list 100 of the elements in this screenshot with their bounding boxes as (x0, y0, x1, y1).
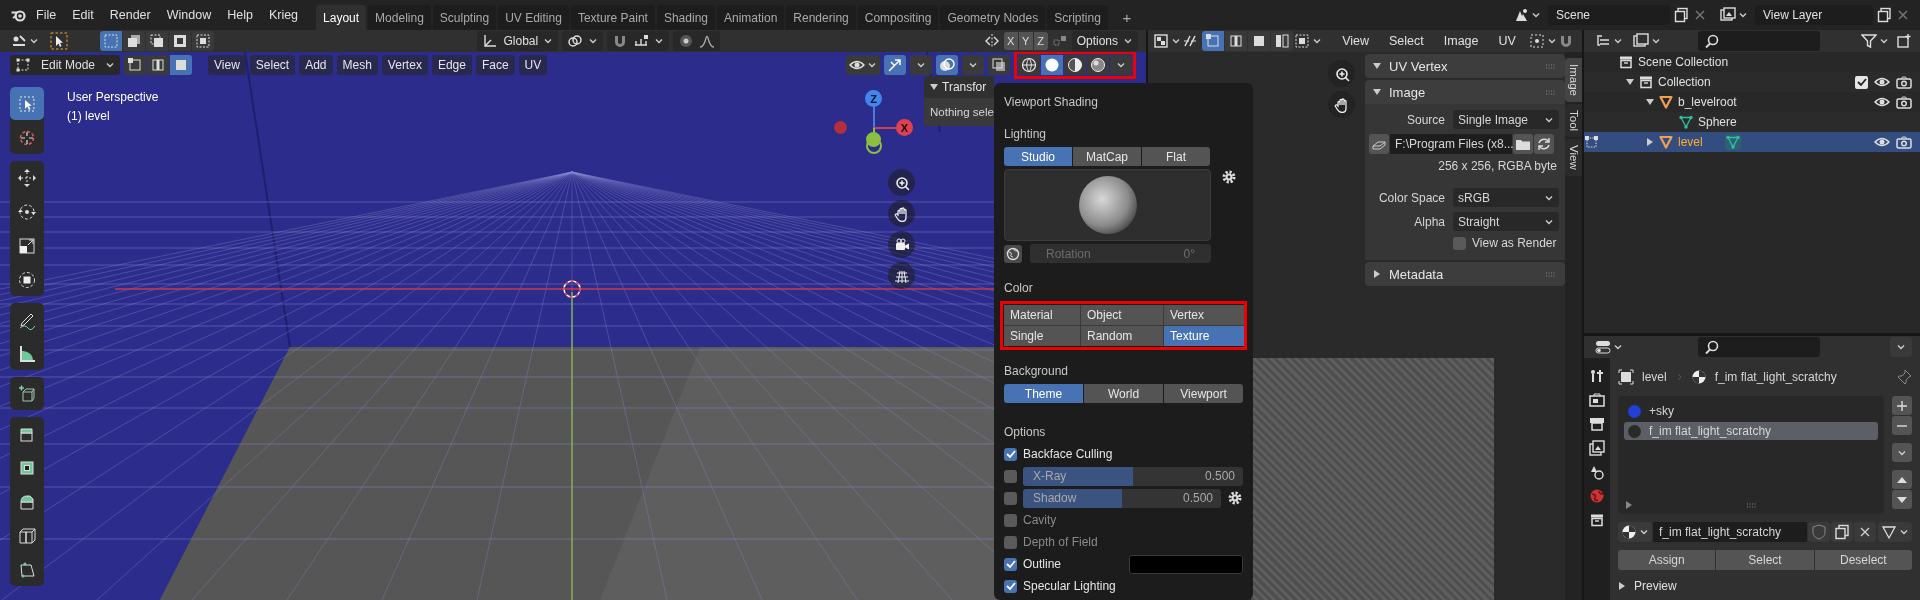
action-button[interactable]: Deselect (1814, 550, 1912, 570)
color-option[interactable]: Texture (1164, 326, 1244, 346)
menu-item[interactable]: Krieg (260, 4, 307, 26)
section-label: Color (1004, 281, 1034, 295)
menu-item[interactable]: View (1334, 30, 1377, 52)
color-option[interactable]: Object (1081, 305, 1163, 325)
viewport-info-text: (1) level (67, 109, 111, 123)
color-option[interactable]: Vertex (1164, 305, 1244, 325)
lighting-option[interactable]: MatCap (1073, 147, 1141, 166)
field-label: Color Space (1377, 190, 1445, 205)
outliner-row[interactable]: b_levelroot (1584, 92, 1920, 112)
slider[interactable]: Shadow 0.500 (1023, 488, 1221, 508)
menu-item[interactable]: UV (518, 55, 548, 75)
action-button[interactable]: Select (1716, 550, 1814, 570)
section-label: Options (1004, 425, 1047, 439)
axis-handle[interactable]: X (896, 119, 913, 136)
outliner-item-name: level (1678, 135, 1703, 149)
outliner-item-name: Sphere (1698, 115, 1737, 129)
slider[interactable]: X-Ray 0.500 (1023, 466, 1243, 486)
workspace-tab[interactable]: Geometry Nodes (940, 5, 1046, 30)
breadcrumb-text: level (1642, 370, 1667, 384)
axis-toggle[interactable]: X (1003, 32, 1018, 50)
workspace-tab[interactable]: Rendering (786, 5, 856, 30)
menu-item[interactable]: Vertex (381, 55, 428, 75)
scene-field[interactable]: Scene (1548, 5, 1670, 25)
checkbox-label: Depth of Field (1023, 535, 1098, 549)
menu-item[interactable]: Select (1381, 30, 1432, 52)
panel-title: Image (1389, 84, 1427, 100)
panel-text: Nothing sele (924, 98, 994, 126)
section-label: Background (1004, 364, 1070, 378)
menu-item[interactable]: Window (158, 4, 220, 26)
outliner-item-name: b_levelroot (1678, 95, 1737, 109)
action-button[interactable]: Assign (1618, 550, 1716, 570)
material-slot[interactable]: +sky (1624, 402, 1878, 420)
axis-toggle[interactable]: Z (1033, 32, 1048, 50)
menu-item[interactable]: View (208, 55, 246, 75)
material-name-field[interactable]: f_im flat_light_scratchy (1653, 522, 1807, 542)
background-option[interactable]: Viewport (1164, 384, 1243, 403)
lighting-option[interactable]: Flat (1142, 147, 1210, 166)
color-option[interactable]: Single (1004, 326, 1080, 346)
panel-title: Preview (1634, 579, 1677, 593)
section-label: Lighting (1004, 127, 1048, 141)
workspace-tab[interactable]: UV Editing (498, 5, 569, 30)
panel-title: UV Vertex (1389, 58, 1449, 74)
checkbox-label: View as Render (1472, 236, 1557, 250)
field-label: Source (1405, 112, 1445, 127)
outliner-row[interactable]: Scene Collection (1584, 52, 1920, 72)
outliner-item-name: Collection (1658, 75, 1711, 89)
color-space-dropdown[interactable]: sRGB (1453, 188, 1559, 207)
menu-item[interactable]: Select (249, 55, 296, 75)
menu-item[interactable]: Mesh (336, 55, 378, 75)
field-label: Alpha (1413, 214, 1445, 229)
menu-item[interactable]: Edit (64, 4, 102, 26)
workspace-tab[interactable]: Sculpting (432, 5, 497, 30)
add-workspace-button[interactable]: + (1115, 6, 1138, 28)
background-option[interactable]: Theme (1004, 384, 1083, 403)
workspace-tab[interactable]: Texture Paint (570, 5, 655, 30)
checkbox-label: Specular Lighting (1023, 579, 1116, 593)
viewport-info-text: User Perspective (67, 90, 159, 104)
sidebar-tab[interactable]: Image (1565, 58, 1582, 102)
color-option[interactable]: Material (1004, 305, 1080, 325)
file-path-field[interactable]: F:\Program Files (x8... (1390, 134, 1512, 154)
axis-handle[interactable]: Z (865, 90, 882, 107)
outliner-item-name: Scene Collection (1638, 55, 1729, 69)
popover-title: Viewport Shading (1004, 95, 1099, 109)
material-slot[interactable]: f_im flat_light_scratchy (1624, 422, 1878, 440)
sidebar-tab[interactable]: Tool (1565, 103, 1582, 138)
workspace-tab[interactable]: Animation (717, 5, 785, 30)
menu-item[interactable]: Help (219, 4, 261, 26)
source-dropdown[interactable]: Single Image (1453, 110, 1559, 129)
material-slot-name: +sky (1649, 404, 1674, 418)
view-layer-field[interactable]: View Layer (1755, 5, 1873, 25)
lighting-option[interactable]: Studio (1004, 147, 1072, 166)
image-info-text: 256 x 256, RGBA byte (1437, 159, 1558, 173)
options-dropdown[interactable]: Options (1071, 31, 1138, 51)
workspace-tab[interactable]: Shading (656, 5, 715, 30)
sidebar-tab[interactable]: View (1565, 139, 1582, 176)
checkbox-label: Cavity (1023, 513, 1057, 527)
checkbox-label: Backface Culling (1023, 447, 1113, 461)
menu-item[interactable]: Image (1435, 30, 1487, 52)
background-option[interactable]: World (1084, 384, 1163, 403)
breadcrumb-text: f_im flat_light_scratchy (1714, 370, 1838, 384)
menu-item[interactable]: Render (101, 4, 159, 26)
workspace-tab[interactable]: Modeling (368, 5, 431, 30)
menu-item[interactable]: Edge (431, 55, 472, 75)
workspace-tab[interactable]: Compositing (857, 5, 939, 30)
orientation-dropdown[interactable]: Global (477, 31, 559, 51)
alpha-dropdown[interactable]: Straight (1453, 212, 1559, 231)
mode-dropdown[interactable]: Edit Mode (10, 55, 120, 75)
workspace-tab[interactable]: Layout (316, 5, 367, 30)
panel-title: Metadata (1389, 266, 1445, 282)
outliner-row[interactable]: level (1584, 132, 1920, 152)
workspace-tab[interactable]: Scripting (1047, 5, 1108, 30)
axis-toggle[interactable]: Y (1018, 32, 1033, 50)
color-option[interactable]: Random (1081, 326, 1163, 346)
menu-item[interactable]: Face (475, 55, 515, 75)
panel-title: Transfor (942, 80, 987, 94)
menu-item[interactable]: File (28, 4, 65, 26)
menu-item[interactable]: Add (299, 55, 333, 75)
menu-item[interactable]: UV (1490, 30, 1524, 52)
